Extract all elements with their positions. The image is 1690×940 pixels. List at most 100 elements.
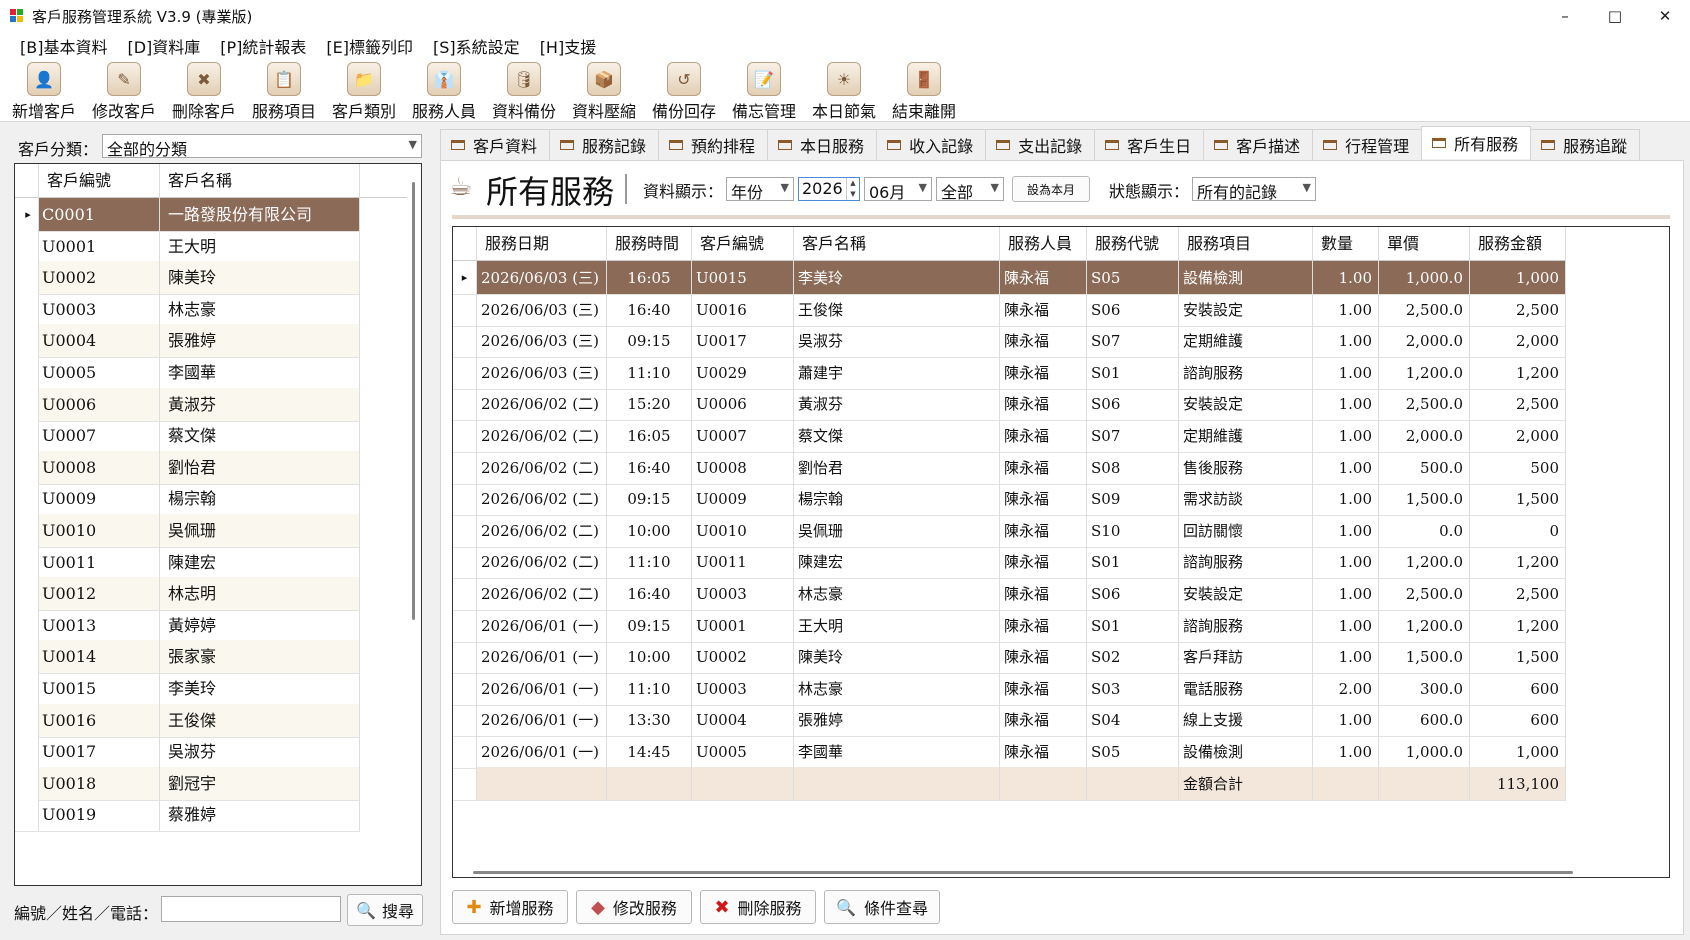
query-service-button[interactable]: 🔍 條件查尋 [824,890,940,924]
toolbar-button-service-staff[interactable]: 👔 服務人員 [404,60,484,122]
row-header[interactable] [15,577,39,612]
toolbar-button-solar-term[interactable]: ☀ 本日節氣 [804,60,884,122]
column-header-customer-name[interactable]: 客戶名稱 [160,164,360,198]
tab-9[interactable]: 行程管理 [1312,129,1423,160]
menu-reports[interactable]: [P]統計報表 [210,34,316,58]
edit-service-button[interactable]: ◆ 修改服務 [576,890,692,924]
service-row[interactable]: 2026/06/01 (一) 10:00 U0002 陳美玲 陳永福 S02 客戶拜訪 1.0… [453,640,1566,675]
toolbar-button-exit[interactable]: 🚪 結束離開 [884,60,964,122]
row-header[interactable] [453,735,477,769]
tab-6[interactable]: 支出記錄 [985,129,1096,160]
row-header[interactable] [15,419,39,454]
service-row[interactable]: 2026/06/02 (二) 16:05 U0007 蔡文傑 陳永福 S07 定期維護 1.0… [453,419,1566,453]
row-header[interactable] [453,608,477,643]
row-header[interactable] [15,672,39,706]
customer-row[interactable]: U0018 劉冠宇 [15,766,360,801]
status-select[interactable]: 所有的記錄 ▼ [1192,177,1316,202]
service-row[interactable]: 2026/06/02 (二) 09:15 U0009 楊宗翰 陳永福 S09 需求訪談 1.0… [453,482,1566,517]
menu-system-settings[interactable]: [S]系統設定 [423,34,530,58]
row-header[interactable] [453,482,477,517]
customer-row[interactable]: U0001 王大明 [15,229,360,264]
row-header[interactable] [453,419,477,453]
row-header[interactable] [15,387,39,422]
customer-row[interactable]: U0007 蔡文傑 [15,419,360,454]
column-header-unit-price[interactable]: 單價 [1379,227,1470,261]
tab-11[interactable]: 服務追蹤 [1530,129,1641,160]
row-header[interactable] [15,292,39,327]
column-header-amount[interactable]: 服務金額 [1470,227,1566,261]
row-header[interactable] [15,514,39,548]
row-header[interactable] [453,703,477,738]
customer-grid[interactable]: 客戶編號 客戶名稱 ▸ C0001 一路發股份有限公司 U0001 王大明 U0002 陳美… [14,163,422,886]
service-row[interactable]: 2026/06/02 (二) 11:10 U0011 陳建宏 陳永福 S01 諮詢服務 1.0… [453,545,1566,580]
customer-row[interactable]: U0006 黃淑芬 [15,387,360,422]
horizontal-scrollbar[interactable] [473,871,1573,874]
column-header-staff[interactable]: 服務人員 [1000,227,1087,261]
customer-row[interactable]: U0002 陳美玲 [15,261,360,296]
row-header[interactable] [453,545,477,580]
service-row[interactable]: 2026/06/01 (一) 11:10 U0003 林志豪 陳永福 S03 電話服務 2.0… [453,671,1566,706]
service-row[interactable]: 2026/06/02 (二) 10:00 U0010 吳佩珊 陳永福 S10 回訪關懷 1.0… [453,513,1566,548]
customer-row[interactable]: U0013 黃婷婷 [15,608,360,643]
row-header[interactable] [15,450,39,485]
toolbar-button-add-customer[interactable]: 👤 新增客戶 [4,60,84,122]
toolbar-button-customer-category[interactable]: 📁 客戶類別 [324,60,404,122]
scope-select[interactable]: 全部 ▼ [936,177,1004,202]
customer-row[interactable]: U0014 張家豪 [15,640,360,675]
customer-row[interactable]: U0004 張雅婷 [15,324,360,359]
row-header[interactable] [453,355,477,390]
row-header[interactable] [453,671,477,706]
row-header[interactable] [15,703,39,738]
service-row[interactable]: 2026/06/02 (二) 16:40 U0008 劉怡君 陳永福 S08 售後服務 1.0… [453,450,1566,485]
customer-row[interactable]: U0019 蔡雅婷 [15,798,360,833]
service-row[interactable]: 2026/06/01 (一) 14:45 U0005 李國華 陳永福 S05 設備檢測 1.0… [453,735,1566,769]
row-header[interactable] [15,356,39,390]
column-header-customer-id[interactable]: 客戶編號 [692,227,794,261]
year-spinner[interactable]: 2026 ▲ ▼ [798,177,860,201]
column-header-customer-id[interactable]: 客戶編號 [39,164,160,198]
row-header[interactable] [15,608,39,643]
tab-8[interactable]: 客戶描述 [1203,129,1314,160]
delete-service-button[interactable]: ✖ 刪除服務 [700,890,816,924]
minimize-button[interactable]: – [1540,0,1590,32]
tab-1[interactable]: 客戶資料 [440,129,551,160]
menu-support[interactable]: [H]支援 [530,34,607,58]
service-row[interactable]: 2026/06/02 (二) 15:20 U0006 黃淑芬 陳永福 S06 安裝設定 1.0… [453,387,1566,422]
toolbar-button-memo[interactable]: 📝 備忘管理 [724,60,804,122]
row-header[interactable] [15,735,39,770]
row-header[interactable] [15,324,39,359]
row-header[interactable] [15,482,39,517]
tab-10[interactable]: 所有服務 [1421,126,1532,159]
customer-row[interactable]: U0012 林志明 [15,577,360,612]
column-header-service-date[interactable]: 服務日期 [477,227,607,261]
service-grid[interactable]: 服務日期 服務時間 客戶編號 客戶名稱 服務人員 服務代號 服務項目 數量 單價 服務金額 ▸ 202… [452,226,1670,878]
row-header[interactable] [15,766,39,801]
service-row[interactable]: 2026/06/03 (三) 11:10 U0029 蕭建宇 陳永福 S01 諮詢服務 1.0… [453,355,1566,390]
toolbar-button-compress[interactable]: 📦 資料壓縮 [564,60,644,122]
column-header-quantity[interactable]: 數量 [1313,227,1379,261]
tab-7[interactable]: 客戶生日 [1094,129,1205,160]
vertical-scrollbar[interactable] [412,182,415,620]
category-select[interactable]: 全部的分類 ▼ [102,134,422,159]
customer-row[interactable]: U0010 吳佩珊 [15,514,360,548]
spin-arrows-icon[interactable]: ▲ ▼ [846,178,859,200]
row-header[interactable] [15,229,39,264]
month-select[interactable]: 06月 ▼ [864,177,932,202]
service-row[interactable]: 2026/06/03 (三) 09:15 U0017 吳淑芬 陳永福 S07 定期維護 1.0… [453,324,1566,359]
search-input[interactable] [161,896,341,922]
row-header[interactable] [15,545,39,580]
menu-label-print[interactable]: [E]標籤列印 [316,34,423,58]
row-header[interactable] [453,450,477,485]
row-header[interactable] [453,640,477,675]
customer-row[interactable]: U0009 楊宗翰 [15,482,360,517]
service-row[interactable]: 2026/06/01 (一) 09:15 U0001 王大明 陳永福 S01 諮詢服務 1.0… [453,608,1566,643]
customer-row[interactable]: U0011 陳建宏 [15,545,360,580]
customer-row[interactable]: ▸ C0001 一路發股份有限公司 [15,198,360,232]
menu-database[interactable]: [D]資料庫 [117,34,210,58]
toolbar-button-restore[interactable]: ↺ 備份回存 [644,60,724,122]
customer-row[interactable]: U0008 劉怡君 [15,450,360,485]
service-row[interactable]: 2026/06/03 (三) 16:40 U0016 王俊傑 陳永福 S06 安裝設定 1.0… [453,292,1566,327]
toolbar-button-backup[interactable]: 🛢 資料備份 [484,60,564,122]
row-header[interactable] [453,577,477,611]
menu-basic-data[interactable]: [B]基本資料 [10,34,117,58]
